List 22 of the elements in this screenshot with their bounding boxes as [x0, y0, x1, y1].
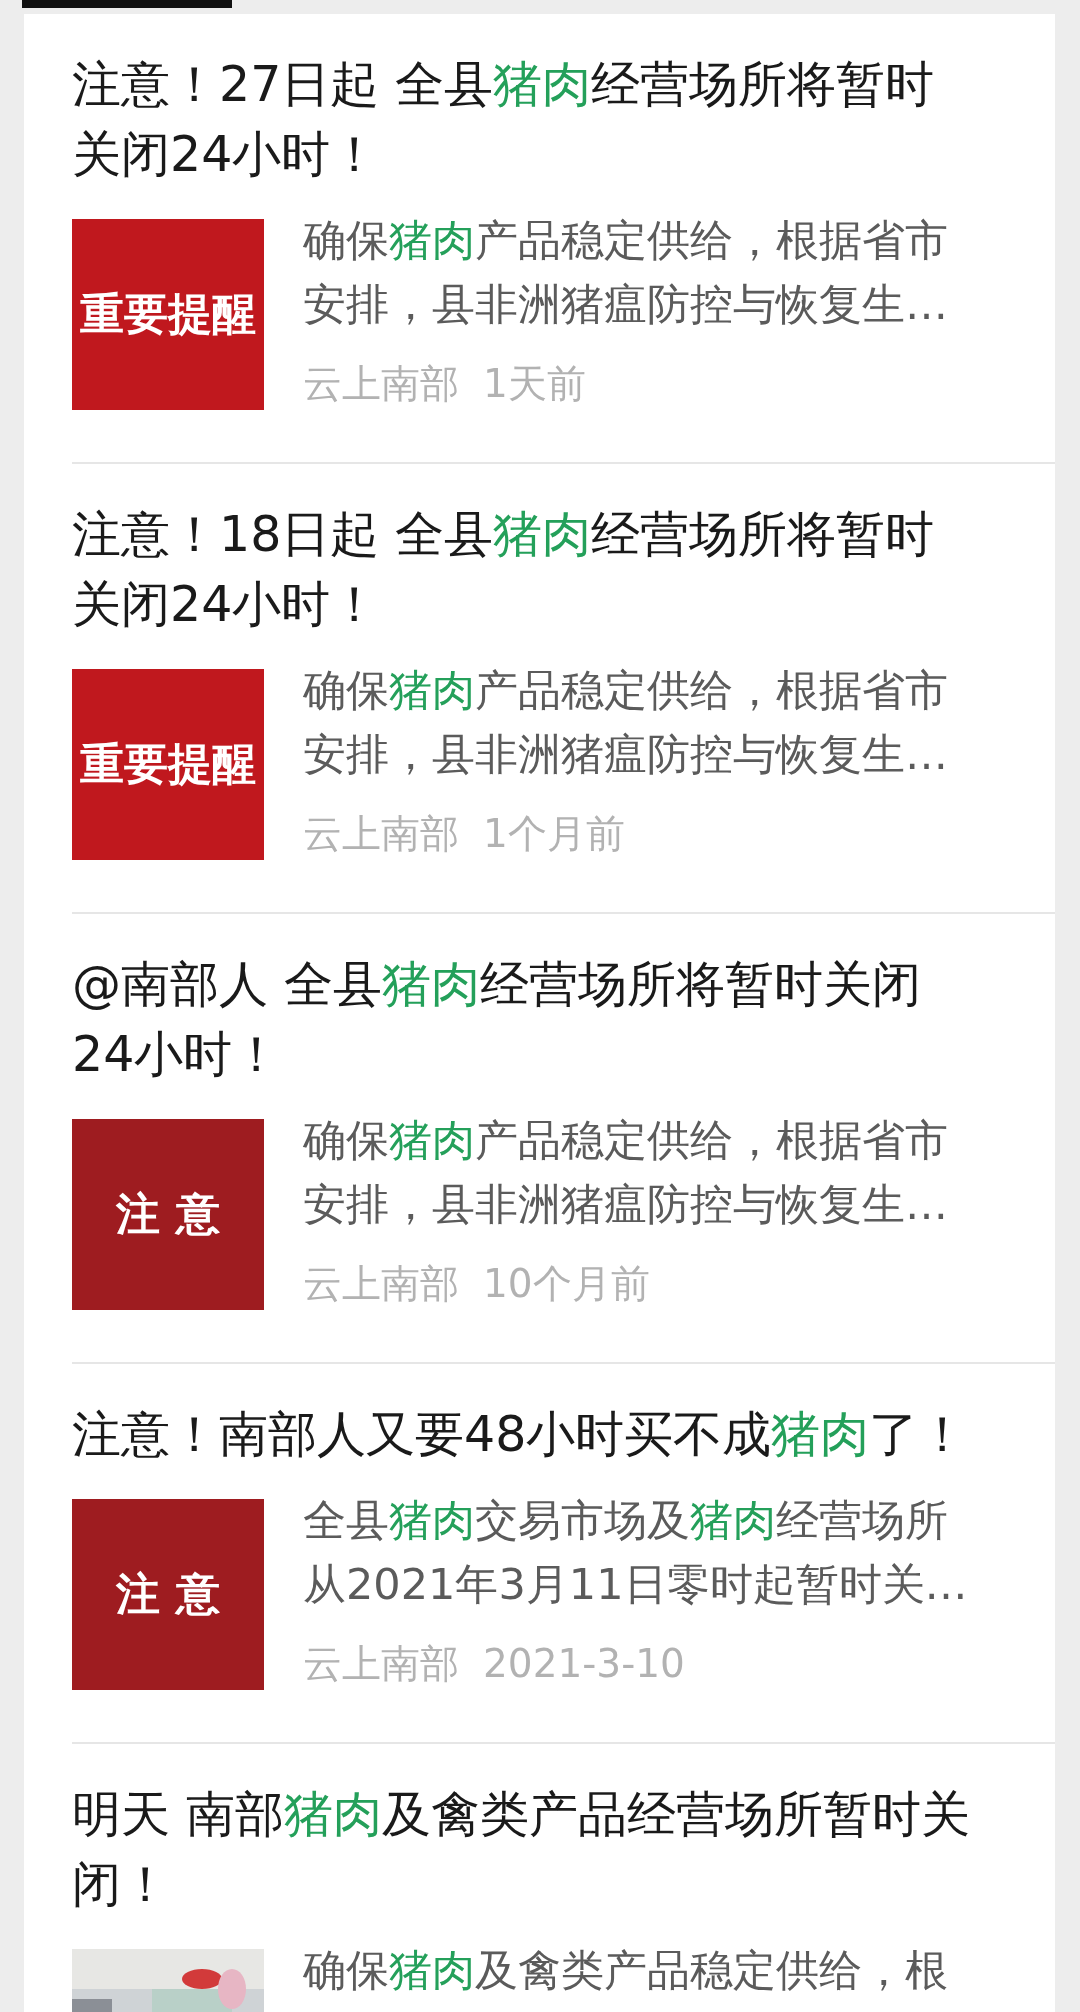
news-snippet: 确保猪肉及禽类产品稳定供给，根	[303, 1944, 948, 1997]
banner-text: 注 意	[116, 1567, 220, 1621]
news-title[interactable]: 注意！18日起 全县猪肉经营场所将暂时 关闭24小时！	[72, 500, 1012, 640]
news-snippet: 全县猪肉交易市场及猪肉经营场所 从2021年3月11日零时起暂时关…	[303, 1494, 968, 1611]
news-title[interactable]: 注意！27日起 全县猪肉经营场所将暂时 关闭24小时！	[72, 50, 1012, 190]
post-time: 1天前	[483, 360, 586, 408]
news-snippet: 确保猪肉产品稳定供给，根据省市 安排，县非洲猪瘟防控与恢复生…	[303, 664, 948, 781]
news-snippet: 确保猪肉产品稳定供给，根据省市 安排，县非洲猪瘟防控与恢复生…	[303, 214, 948, 331]
source-name: 云上南部	[303, 1640, 459, 1688]
source-name: 云上南部	[303, 810, 459, 858]
news-title[interactable]: @南部人 全县猪肉经营场所将暂时关闭 24小时！	[72, 950, 1012, 1090]
banner-text: 重要提醒	[80, 287, 256, 341]
post-time: 10个月前	[483, 1260, 650, 1308]
post-time: 1个月前	[483, 810, 625, 858]
source-name: 云上南部	[303, 1260, 459, 1308]
banner-text: 注 意	[116, 1187, 220, 1241]
source-name: 云上南部	[303, 360, 459, 408]
banner-text: 重要提醒	[80, 737, 256, 791]
news-title[interactable]: 注意！南部人又要48小时买不成猪肉了！	[72, 1400, 1012, 1470]
post-time: 2021-3-10	[483, 1640, 685, 1688]
news-snippet: 确保猪肉产品稳定供给，根据省市 安排，县非洲猪瘟防控与恢复生…	[303, 1114, 948, 1231]
news-title[interactable]: 明天 南部猪肉及禽类产品经营场所暂时关 闭！	[72, 1780, 1012, 1920]
